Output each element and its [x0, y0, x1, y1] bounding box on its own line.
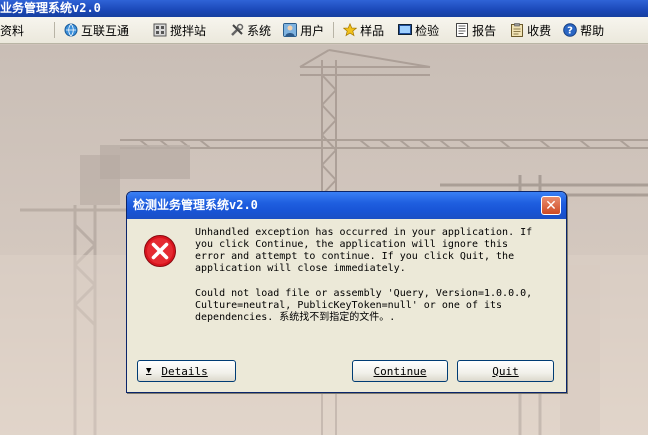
- menu-item-network[interactable]: 互联互通: [58, 17, 135, 43]
- menu-item-report[interactable]: 报告: [449, 17, 502, 43]
- menu-item-label: 用户: [300, 23, 325, 38]
- menu-separator: [54, 22, 56, 38]
- report-icon: [456, 23, 469, 37]
- chevron-down-icon: ▼: [146, 366, 152, 376]
- menu-separator: [333, 22, 335, 38]
- monitor-icon: [398, 24, 413, 35]
- menu-item-system[interactable]: 系统: [224, 17, 277, 43]
- continue-button[interactable]: Continue: [352, 360, 448, 382]
- user-icon: [283, 23, 298, 37]
- menu-item-billing[interactable]: 收费: [504, 17, 557, 43]
- quit-button[interactable]: Quit: [457, 360, 554, 382]
- close-icon: ✕: [545, 197, 557, 214]
- menu-item-mixing-station[interactable]: 搅拌站: [147, 17, 212, 43]
- menu-item-label: 资料: [0, 23, 25, 38]
- clipboard-icon: [511, 23, 524, 37]
- menu-item-inspection[interactable]: 检验: [392, 17, 445, 43]
- quit-label: Quit: [492, 364, 519, 378]
- menu-item-help[interactable]: ? 帮助: [557, 17, 610, 43]
- app-title-bar: 业务管理系统v2.0: [0, 0, 648, 17]
- error-icon: [144, 235, 176, 267]
- tools-icon: [231, 23, 244, 36]
- menu-item-label: 系统: [247, 23, 272, 38]
- dialog-title: 检测业务管理系统v2.0: [133, 198, 258, 212]
- close-button[interactable]: ✕: [541, 196, 561, 215]
- menu-item-label: 检验: [415, 23, 440, 38]
- network-icon: [64, 23, 78, 37]
- star-icon: [343, 23, 358, 37]
- menu-item-label: 搅拌站: [170, 23, 207, 38]
- menu-item-user[interactable]: 用户: [277, 17, 330, 43]
- svg-text:?: ?: [567, 26, 573, 37]
- error-message: Unhandled exception has occurred in your…: [195, 227, 533, 274]
- menu-bar: 资料 互联互通 搅拌站 系统 用户 样品 检验 报告 收费 ? 帮助: [0, 17, 648, 44]
- menu-item-label: 收费: [527, 23, 552, 38]
- continue-label: Continue: [373, 364, 427, 378]
- app-title: 业务管理系统v2.0: [0, 1, 101, 15]
- menu-item-label: 样品: [360, 23, 385, 38]
- menu-item-samples[interactable]: 样品: [337, 17, 390, 43]
- menu-item-label: 报告: [472, 23, 497, 38]
- error-dialog: 检测业务管理系统v2.0 ✕ Unhandled exception has o…: [126, 191, 567, 393]
- details-button[interactable]: ▼ Details: [137, 360, 236, 382]
- dialog-title-bar[interactable]: 检测业务管理系统v2.0 ✕: [127, 192, 566, 219]
- help-icon: ?: [563, 23, 577, 37]
- menu-item-label: 互联互通: [81, 23, 130, 38]
- mixing-station-icon: [153, 23, 167, 37]
- menu-item-label: 帮助: [580, 23, 605, 38]
- menu-item-data[interactable]: 资料: [0, 17, 30, 43]
- error-detail: Could not load file or assembly 'Query, …: [195, 288, 533, 323]
- details-label: Details: [161, 364, 208, 378]
